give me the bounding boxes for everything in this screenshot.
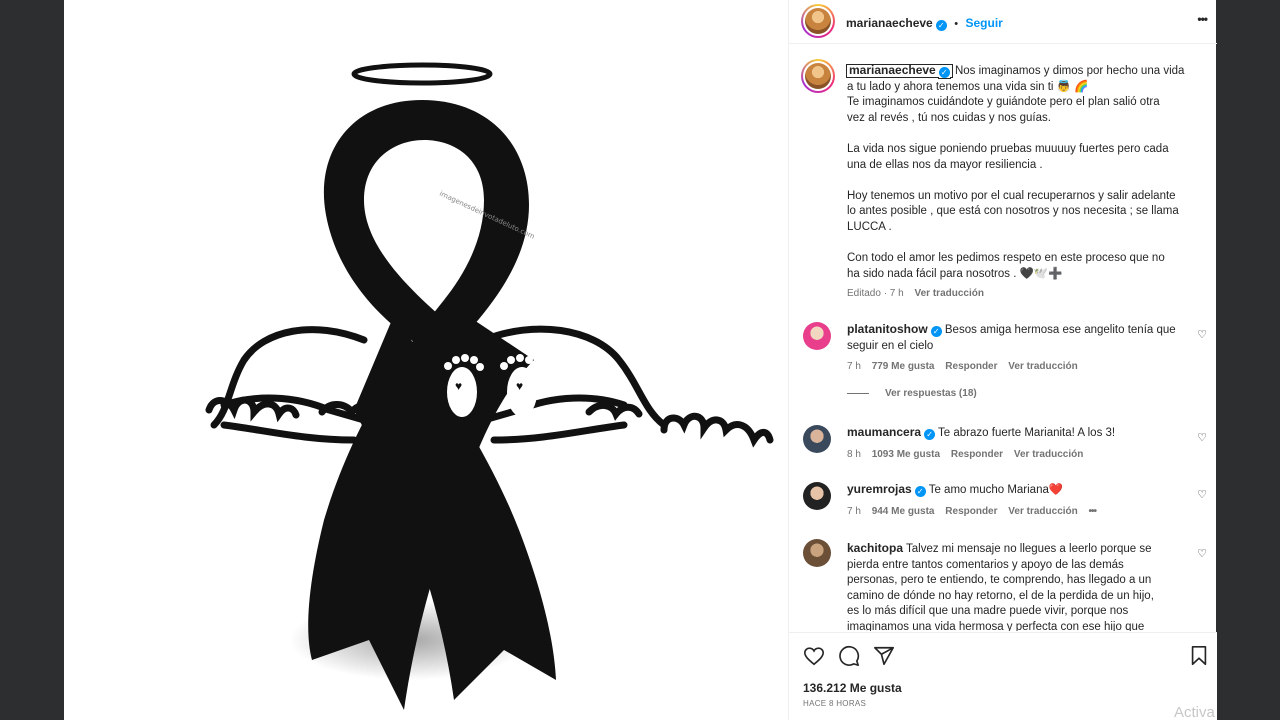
comment-text: camino de dónde no hay retorno, el de la… [847,589,1154,602]
heart-icon: ♥ [516,379,523,393]
comment-like-heart-icon[interactable]: ♡ [1197,328,1207,341]
caption-line: vez al revés , tú nos cuidas y nos guías… [847,111,1051,124]
left-wing [205,326,390,444]
comment-text: pierda entre tantos comentarios y apoyo … [847,558,1124,571]
comment-time: 7 h [847,361,861,373]
follow-button[interactable]: Seguir [966,16,1003,30]
verified-badge-icon: ✓ [924,429,936,440]
more-options-icon[interactable]: ••• [1197,12,1208,26]
comment-likes[interactable]: 779 Me gusta [872,361,935,372]
caption-avatar[interactable] [801,59,835,93]
comment-text: Besos amiga hermosa ese angelito tenía q… [944,324,1176,336]
share-send-icon[interactable] [873,645,895,667]
comment-text: personas, pero te entiendo, te comprendo… [847,574,1152,587]
verified-badge-icon: ✓ [914,486,926,497]
translate-button[interactable]: Ver traducción [1008,506,1077,517]
translate-button[interactable]: Ver traducción [1014,449,1083,460]
caption-line: lo antes posible , que está con nosotros… [847,205,1179,218]
comment-likes[interactable]: 944 Me gusta [872,506,935,517]
comment-time: 7 h [847,505,861,517]
comment-time: 8 h [847,448,861,460]
commenter-avatar[interactable] [803,482,831,510]
caption-line: ha sido nada fácil para nosotros . 🖤🕊️➕ [847,267,1063,280]
caption-line: una de ellas nos da mayor resiliencia . [847,158,1043,171]
caption-translate-link[interactable]: Ver traducción [915,288,984,299]
caption: marianaecheve ✓ Nos imaginamos y dimos po… [846,63,1207,300]
caption-edited-time: Editado · 7 h [847,288,904,300]
post-likes-count[interactable]: 136.212 Me gusta [803,681,902,695]
like-heart-icon[interactable] [803,645,825,667]
post-timestamp: HACE 8 HORAS [803,699,867,708]
caption-username[interactable]: marianaecheve [849,63,936,77]
comment-like-heart-icon[interactable]: ♡ [1197,488,1207,501]
author-avatar[interactable] [801,4,835,38]
comment-like-heart-icon[interactable]: ♡ [1197,431,1207,444]
post-image[interactable]: imagenesdeinvotadeluto.com ♥ ♥ [64,0,788,720]
save-bookmark-icon[interactable] [1189,645,1209,667]
verified-badge-icon: ✓ [930,326,942,337]
separator-dot: • [954,18,959,30]
post-side-panel: marianaecheve ✓ • Seguir ••• marianaechev… [788,0,1217,720]
comment-likes[interactable]: 1093 Me gusta [872,449,940,460]
heart-icon: ♥ [455,379,462,393]
caption-line: Nos imaginamos y dimos por hecho una vid… [954,65,1185,77]
post-actions-bar: 136.212 Me gusta HACE 8 HORAS [789,632,1217,720]
author-username[interactable]: marianaecheve [846,16,933,30]
caption-line: LUCCA . [847,220,892,233]
comment-text: Talvez mi mensaje no llegues a leerlo po… [906,543,1152,555]
black-ribbon-angel-illustration: imagenesdeinvotadeluto.com ♥ ♥ [205,62,774,710]
commenter-username[interactable]: kachitopa [847,541,903,555]
caption-line: La vida nos sigue poniendo pruebas muuuu… [847,142,1169,155]
windows-activation-watermark: Activa [1174,704,1215,720]
reply-button[interactable]: Responder [945,361,997,372]
translate-button[interactable]: Ver traducción [1008,361,1077,372]
halo-icon [351,62,493,86]
commenter-avatar[interactable] [803,322,831,350]
caption-line: Con todo el amor les pedimos respeto en … [847,252,1165,265]
reply-button[interactable]: Responder [945,506,997,517]
commenter-username[interactable]: platanitoshow [847,322,928,336]
reply-button[interactable]: Responder [951,449,1003,460]
view-replies-button[interactable]: Ver respuestas (18) [885,388,977,399]
verified-badge-icon: ✓ [935,20,947,31]
commenter-username[interactable]: maumancera [847,425,921,439]
caption-line: Te imaginamos cuidándote y guiándote per… [847,96,1160,109]
comment-text: seguir en el cielo [847,339,934,352]
comment-more-icon[interactable]: ••• [1089,506,1097,517]
commenter-username[interactable]: yuremrojas [847,482,912,496]
commenter-avatar[interactable] [803,425,831,453]
comment-text: imaginamos una vida hermosa y perfecta c… [847,620,1145,631]
commenter-avatar[interactable] [803,539,831,567]
verified-badge-icon: ✓ [938,67,950,78]
comment-text: Te amo mucho Mariana❤️ [928,484,1064,496]
comment-text: Te abrazo fuerte Marianita! A los 3! [938,427,1116,439]
caption-line: Hoy tenemos un motivo por el cual recupe… [847,189,1176,202]
caption-line: a tu lado y ahora tenemos una vida sin t… [847,80,1089,93]
comment-bubble-icon[interactable] [838,645,860,667]
comment-like-heart-icon[interactable]: ♡ [1197,547,1207,560]
post-header: marianaecheve ✓ • Seguir ••• [789,0,1217,44]
comment-text: es lo más difícil que una madre puede vi… [847,605,1129,618]
